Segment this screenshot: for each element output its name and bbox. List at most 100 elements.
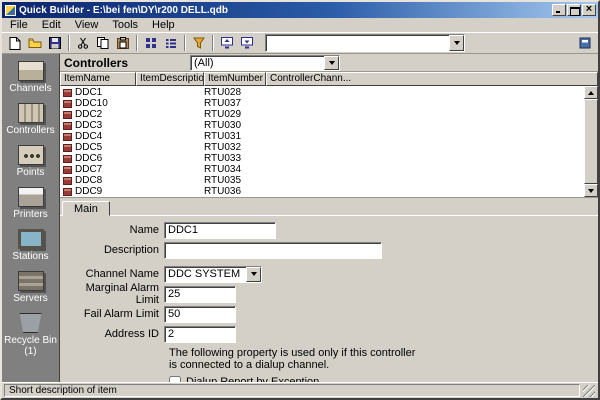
- toolbar-separator: [212, 35, 214, 51]
- table-row[interactable]: DDC3RTU030: [60, 120, 584, 131]
- view-header: Controllers (All): [60, 54, 598, 72]
- maximize-button[interactable]: [567, 4, 581, 16]
- app-icon: [5, 5, 16, 16]
- item-name: DDC7: [75, 164, 102, 175]
- sidebar-item-stations[interactable]: Stations: [3, 229, 59, 262]
- filter-combo[interactable]: (All): [190, 55, 340, 71]
- sidebar-item-points[interactable]: Points: [3, 145, 59, 178]
- sidebar-item-printers[interactable]: Printers: [3, 187, 59, 220]
- item-name: DDC10: [75, 98, 108, 109]
- controller-icon: [63, 188, 72, 196]
- arrow-up-icon: [588, 91, 594, 95]
- table-row[interactable]: DDC10 RTU037: [60, 98, 584, 109]
- item-number: RTU037: [204, 98, 266, 109]
- filter-combo-dropdown-button[interactable]: [324, 56, 339, 70]
- toolbar: [2, 32, 598, 54]
- new-button[interactable]: [5, 34, 25, 52]
- name-field[interactable]: [164, 222, 276, 239]
- description-label: Description: [64, 244, 164, 256]
- table-scrollbar[interactable]: [584, 86, 598, 197]
- scrollbar-thumb[interactable]: [584, 99, 598, 184]
- points-icon: [18, 145, 44, 165]
- paste-button[interactable]: [113, 34, 133, 52]
- table-row[interactable]: DDC6RTU033: [60, 153, 584, 164]
- address-id-field[interactable]: [164, 326, 236, 343]
- toolbar-extra-button[interactable]: [575, 34, 595, 52]
- table-row[interactable]: DDC2RTU029: [60, 109, 584, 120]
- open-button[interactable]: [25, 34, 45, 52]
- column-header-controllerchannel[interactable]: ControllerChann...: [266, 72, 598, 86]
- large-icons-view-button[interactable]: [141, 34, 161, 52]
- monitor-down-icon: [241, 37, 253, 49]
- item-number: RTU029: [204, 109, 266, 120]
- controller-icon: [63, 89, 72, 97]
- menu-file[interactable]: File: [3, 19, 35, 32]
- table-row[interactable]: DDC8RTU035: [60, 175, 584, 186]
- sidebar-item-servers[interactable]: Servers: [3, 271, 59, 304]
- table-row[interactable]: DDC9 RTU036: [60, 186, 584, 197]
- item-number: RTU036: [204, 186, 266, 197]
- table-row[interactable]: DDC1RTU028: [60, 87, 584, 98]
- column-header-itemdescription[interactable]: ItemDescription: [136, 72, 204, 86]
- channels-icon: [18, 61, 44, 81]
- sidebar-item-channels[interactable]: Channels: [3, 61, 59, 94]
- download-tool-button[interactable]: [237, 34, 257, 52]
- table-row[interactable]: DDC7RTU034: [60, 164, 584, 175]
- scroll-down-button[interactable]: [584, 184, 598, 197]
- item-number: RTU031: [204, 131, 266, 142]
- tool-grid-icon: [579, 37, 591, 49]
- dialup-note: The following property is used only if t…: [169, 347, 419, 371]
- table-row[interactable]: DDC4 RTU031: [60, 131, 584, 142]
- recycle-bin-icon: [18, 313, 44, 333]
- channel-name-combo[interactable]: DDC SYSTEM: [164, 266, 262, 283]
- channel-name-label: Channel Name: [64, 268, 164, 280]
- toolbar-combo[interactable]: [265, 34, 465, 52]
- minimize-button[interactable]: [552, 4, 566, 16]
- channel-combo-dropdown-button[interactable]: [246, 267, 261, 282]
- menu-tools[interactable]: Tools: [105, 19, 145, 32]
- menu-view[interactable]: View: [68, 19, 106, 32]
- menu-edit[interactable]: Edit: [35, 19, 68, 32]
- item-name: DDC4: [75, 131, 102, 142]
- description-field[interactable]: [164, 242, 382, 259]
- printers-icon: [18, 187, 44, 207]
- filter-button[interactable]: [189, 34, 209, 52]
- sidebar-item-recycle-bin[interactable]: Recycle Bin (1): [3, 313, 59, 357]
- marginal-alarm-limit-field[interactable]: [164, 286, 236, 303]
- column-header-itemnumber[interactable]: ItemNumber: [204, 72, 266, 86]
- stations-icon: [18, 229, 44, 249]
- toolbar-separator: [184, 35, 186, 51]
- menu-help[interactable]: Help: [145, 19, 182, 32]
- sidebar-item-controllers[interactable]: Controllers: [3, 103, 59, 136]
- cut-button[interactable]: [73, 34, 93, 52]
- chevron-down-icon: [329, 61, 335, 65]
- tab-main[interactable]: Main: [62, 201, 110, 216]
- chevron-down-icon: [454, 41, 460, 45]
- controller-icon: [63, 100, 72, 108]
- table-row[interactable]: DDC5RTU032: [60, 142, 584, 153]
- filter-combo-value: (All): [191, 57, 324, 69]
- sidebar: Channels Controllers Points Printers Station…: [2, 54, 60, 382]
- save-button[interactable]: [45, 34, 65, 52]
- details-view-button[interactable]: [161, 34, 181, 52]
- toolbar-separator: [136, 35, 138, 51]
- upload-tool-button[interactable]: [217, 34, 237, 52]
- close-button[interactable]: [582, 4, 596, 16]
- fail-alarm-limit-label: Fail Alarm Limit: [64, 308, 164, 320]
- item-name: DDC9: [75, 186, 102, 197]
- controller-icon: [63, 177, 72, 185]
- column-header-itemname[interactable]: ItemName: [60, 72, 136, 86]
- controller-icon: [63, 155, 72, 163]
- scroll-up-button[interactable]: [584, 86, 598, 99]
- content-area: Controllers (All) ItemName ItemDescripti…: [60, 54, 598, 382]
- fail-alarm-limit-field[interactable]: [164, 306, 236, 323]
- resize-grip[interactable]: [583, 385, 595, 397]
- large-icons-view-icon: [145, 37, 157, 49]
- item-name: DDC3: [75, 120, 102, 131]
- filter-funnel-icon: [193, 37, 205, 49]
- copy-button[interactable]: [93, 34, 113, 52]
- toolbar-combo-dropdown-button[interactable]: [449, 35, 464, 51]
- controllers-table-body: DDC1RTU028DDC10RTU037DDC2RTU029DDC3RTU03…: [60, 86, 598, 198]
- sidebar-item-label: Servers: [13, 293, 47, 304]
- sidebar-item-label: Controllers: [6, 125, 54, 136]
